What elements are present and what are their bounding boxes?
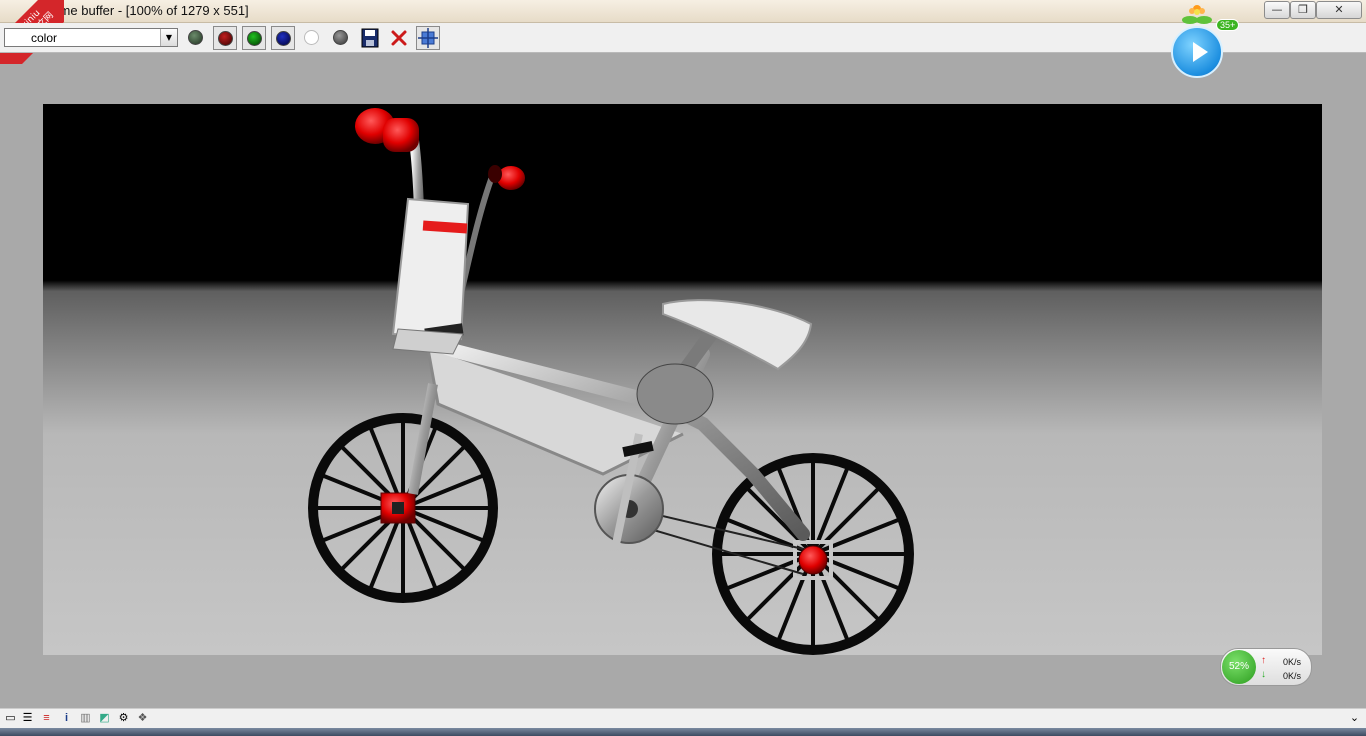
window-icon[interactable]: ▭ xyxy=(4,712,17,725)
play-icon xyxy=(1193,42,1208,62)
upload-speed: 0K/s xyxy=(1283,657,1302,667)
clear-button[interactable] xyxy=(387,26,411,50)
toolbar: color ▼ xyxy=(0,23,1366,53)
bicycle-render-image xyxy=(308,108,914,655)
info-icon[interactable]: i xyxy=(60,712,73,725)
close-icon xyxy=(391,30,407,46)
crosshair-icon xyxy=(418,28,438,48)
rgb-channels-button[interactable] xyxy=(184,26,208,50)
render-frame xyxy=(43,104,1322,655)
arrow-down-icon: ↓ xyxy=(1261,669,1266,680)
os-taskbar xyxy=(0,728,1366,736)
monochrome-button[interactable] xyxy=(329,26,353,50)
close-button[interactable]: ✕ xyxy=(1316,1,1362,19)
chevron-double-down-icon[interactable]: ⌄ xyxy=(1348,712,1361,725)
curves-icon[interactable]: ◩ xyxy=(98,712,111,725)
list-icon[interactable]: ☰ xyxy=(21,712,34,725)
save-image-button[interactable] xyxy=(358,26,382,50)
alpha-channel-button[interactable] xyxy=(300,26,324,50)
status-bar: ▭ ☰ ≡ i ▥ ◩ ⚙ ❖ ⌄ xyxy=(0,708,1366,729)
blue-dot-icon xyxy=(276,31,291,46)
histogram-icon[interactable]: ▥ xyxy=(79,712,92,725)
flower-icon xyxy=(1182,5,1212,24)
window-title: rame buffer - [100% of 1279 x 551] xyxy=(48,3,249,18)
arrow-up-icon: ↑ xyxy=(1261,655,1266,666)
red-channel-button[interactable] xyxy=(213,26,237,50)
mono-icon xyxy=(333,30,348,45)
notification-badge: 35+ xyxy=(1216,19,1240,31)
layers-icon[interactable]: ≡ xyxy=(40,712,53,725)
save-icon xyxy=(361,28,379,48)
blue-channel-button[interactable] xyxy=(271,26,295,50)
chevron-down-icon[interactable]: ▼ xyxy=(160,29,177,46)
region-render-button[interactable] xyxy=(416,26,440,50)
rgb-icon xyxy=(188,30,203,45)
lens-effects-icon[interactable]: ❖ xyxy=(136,712,149,725)
red-dot-icon xyxy=(218,31,233,46)
green-channel-button[interactable] xyxy=(242,26,266,50)
green-dot-icon xyxy=(247,31,262,46)
cpu-usage-gauge: 52% xyxy=(1222,650,1256,684)
floating-play-button[interactable] xyxy=(1171,26,1223,78)
settings-icon[interactable]: ⚙ xyxy=(117,712,130,725)
network-speed-widget[interactable]: 52% ↑ 0K/s ↓ 0K/s xyxy=(1220,648,1312,686)
restore-button[interactable]: ❐ xyxy=(1290,1,1316,19)
channel-select-value: color xyxy=(31,31,58,45)
minimize-button[interactable]: — xyxy=(1264,1,1290,19)
white-dot-icon xyxy=(304,30,319,45)
download-speed: 0K/s xyxy=(1283,671,1302,681)
channel-select[interactable]: color ▼ xyxy=(4,28,178,47)
title-bar: rame buffer - [100% of 1279 x 551] — ❐ ✕ xyxy=(0,0,1366,23)
